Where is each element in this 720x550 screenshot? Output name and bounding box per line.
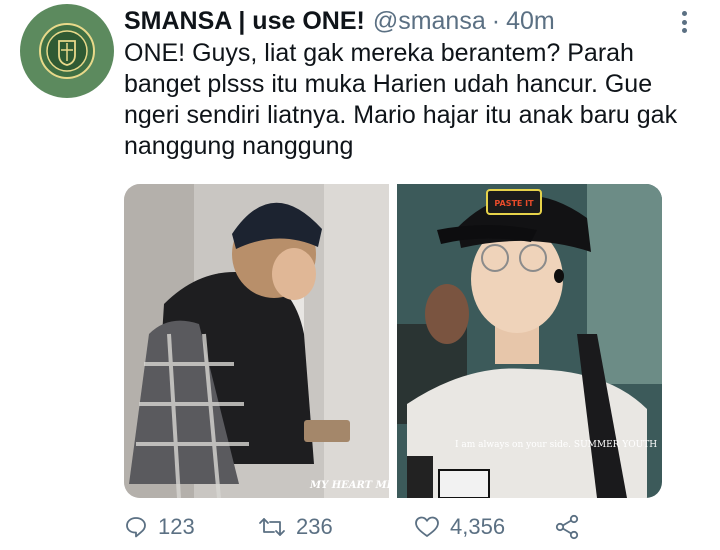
photo-left-caption: MY HEART MEL: [310, 480, 389, 491]
tweet-header: SMANSA | use ONE! @smansa · 40m: [124, 4, 555, 38]
school-crest-icon: [39, 23, 95, 79]
share-button[interactable]: [554, 514, 580, 540]
like-button[interactable]: 4,356: [414, 514, 505, 540]
timestamp[interactable]: 40m: [506, 7, 555, 36]
reply-button[interactable]: 123: [124, 514, 195, 540]
cap-text: PASTE IT: [494, 199, 534, 208]
tweet-actions: 123 236 4,356: [124, 510, 604, 544]
heart-icon: [415, 516, 439, 537]
photo-right[interactable]: PASTE IT I am always on your side. SUMME…: [397, 184, 662, 498]
reply-icon: [126, 517, 146, 538]
retweet-button[interactable]: 236: [258, 514, 333, 540]
user-handle[interactable]: @smansa: [373, 7, 486, 36]
media-grid: MY HEART MEL PASTE IT: [124, 184, 662, 498]
photo-left-image: [124, 184, 389, 498]
retweet-icon: [259, 518, 285, 536]
more-vertical-icon[interactable]: [674, 8, 694, 36]
retweet-count: 236: [296, 514, 333, 539]
tweet-text: ONE! Guys, liat gak mereka berantem? Par…: [124, 39, 678, 160]
separator: ·: [491, 6, 501, 35]
photo-right-caption: I am always on your side. SUMMER YOUTH: [455, 440, 658, 450]
reply-count: 123: [158, 514, 195, 539]
share-icon: [555, 514, 579, 540]
avatar[interactable]: [20, 4, 114, 98]
photo-left[interactable]: MY HEART MEL: [124, 184, 389, 498]
photo-right-image: PASTE IT: [397, 184, 662, 498]
like-count: 4,356: [450, 514, 506, 539]
display-name[interactable]: SMANSA | use ONE!: [124, 7, 365, 36]
